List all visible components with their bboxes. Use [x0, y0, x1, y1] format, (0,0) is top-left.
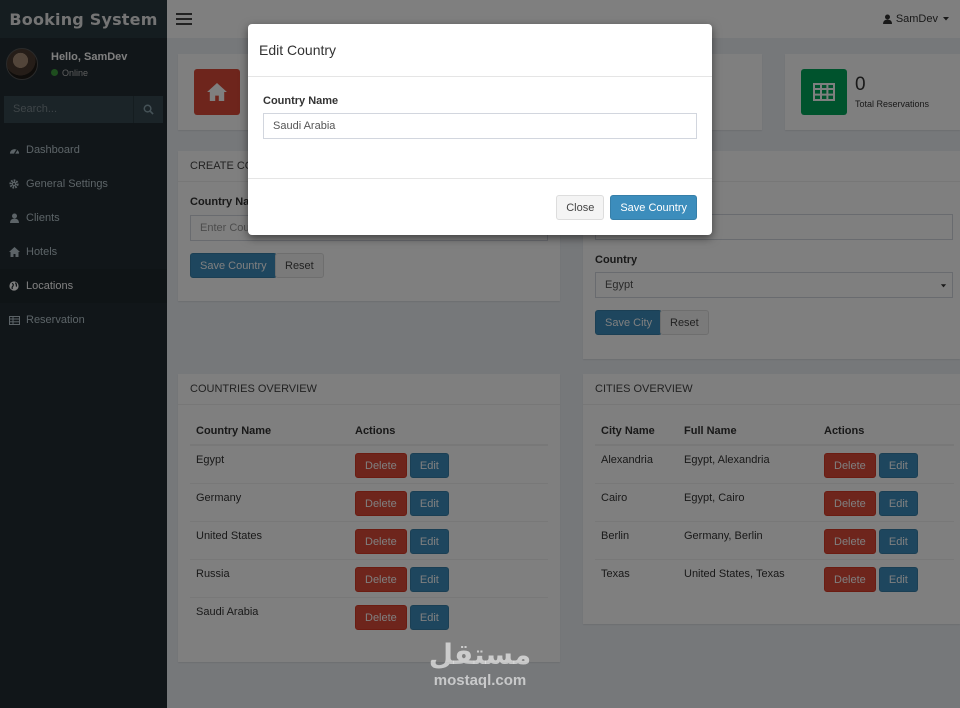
modal-country-name-label: Country Name [263, 95, 339, 107]
modal-footer: Close Save Country [248, 179, 712, 235]
modal-body: Country Name Saudi Arabia [248, 77, 712, 179]
close-button[interactable]: Close [556, 194, 605, 220]
edit-country-modal: Edit Country Country Name Saudi Arabia C… [248, 24, 712, 235]
modal-header: Edit Country [248, 24, 712, 77]
modal-save-country-button[interactable]: Save Country [610, 194, 697, 220]
modal-country-name-input[interactable]: Saudi Arabia [263, 113, 697, 139]
watermark-arabic: مستقل [428, 638, 532, 671]
modal-title: Edit Country [259, 42, 337, 58]
watermark-logo: مستقل mostaql.com [420, 638, 540, 689]
watermark-latin: mostaql.com [433, 672, 527, 689]
